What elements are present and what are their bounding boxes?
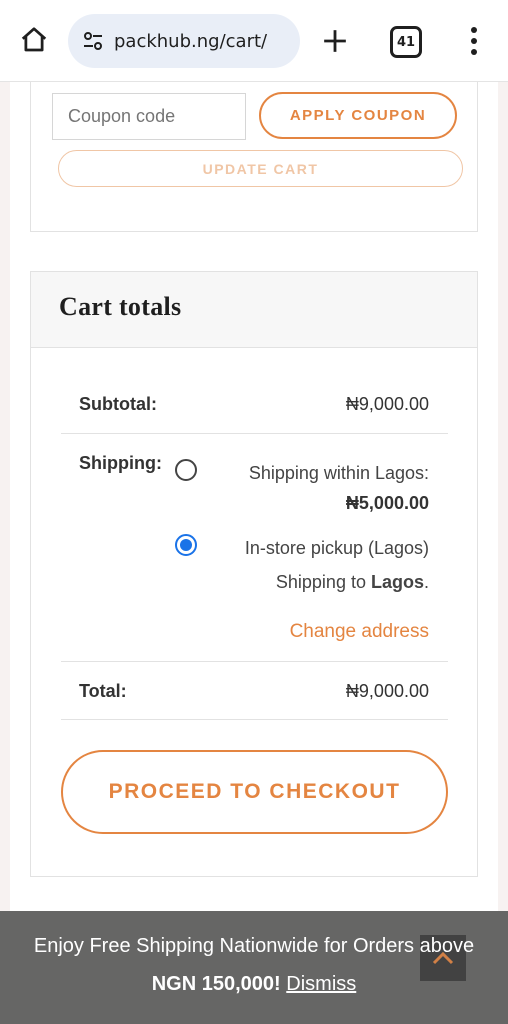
shipping-destination: Shipping to Lagos.: [276, 572, 429, 593]
notice-text: Enjoy Free Shipping Nationwide for Order…: [33, 935, 475, 957]
apply-coupon-button[interactable]: APPLY COUPON: [259, 92, 457, 139]
instore-pickup-label: In-store pickup (Lagos): [244, 538, 429, 558]
store-notice-banner: Enjoy Free Shipping Nationwide for Order…: [0, 911, 508, 1024]
home-icon[interactable]: [16, 22, 52, 58]
coupon-code-input[interactable]: [52, 93, 246, 140]
url-text: packhub.ng/cart/: [114, 30, 268, 52]
new-tab-plus-icon[interactable]: [316, 22, 354, 60]
notice-line-2: NGN 150,000! Dismiss: [0, 973, 508, 996]
change-address-link[interactable]: Change address: [290, 621, 429, 643]
page-margin-right: [498, 82, 508, 1024]
browser-toolbar: packhub.ng/cart/ 41: [0, 0, 508, 82]
divider: [61, 661, 448, 662]
total-label: Total:: [79, 681, 127, 701]
tab-switcher-button[interactable]: 41: [390, 26, 422, 58]
divider: [61, 719, 448, 720]
shipping-lagos-price: ₦5,000.00: [345, 493, 429, 513]
cart-totals-panel: Cart totals Subtotal: ₦9,000.00 Shipping…: [30, 271, 478, 877]
cart-totals-title: Cart totals: [59, 292, 182, 321]
instore-pickup-radio[interactable]: [175, 534, 197, 556]
shipping-lagos-radio[interactable]: [175, 459, 197, 481]
address-bar[interactable]: packhub.ng/cart/: [68, 14, 300, 68]
dismiss-link[interactable]: Dismiss: [286, 973, 356, 995]
page-content: APPLY COUPON UPDATE CART Cart totals Sub…: [0, 82, 508, 1024]
shipping-to-location: Lagos: [370, 572, 424, 592]
cart-totals-header: Cart totals: [31, 272, 477, 348]
divider: [61, 433, 448, 434]
update-cart-button[interactable]: UPDATE CART: [58, 150, 463, 187]
overflow-menu-icon[interactable]: [460, 22, 488, 60]
shipping-label: Shipping:: [79, 453, 162, 473]
cart-actions-panel: APPLY COUPON UPDATE CART: [30, 82, 478, 232]
notice-threshold: NGN 150,000!: [151, 973, 281, 995]
shipping-to-suffix: .: [423, 572, 429, 592]
subtotal-label: Subtotal:: [79, 394, 157, 414]
site-settings-icon[interactable]: [80, 28, 106, 54]
shipping-to-prefix: Shipping to: [275, 572, 371, 592]
subtotal-value: ₦9,000.00: [345, 394, 429, 414]
shipping-lagos-label: Shipping within Lagos:: [248, 463, 429, 483]
proceed-to-checkout-button[interactable]: PROCEED TO CHECKOUT: [61, 750, 448, 834]
total-value: ₦9,000.00: [345, 681, 429, 701]
page-margin-left: [0, 82, 10, 1024]
